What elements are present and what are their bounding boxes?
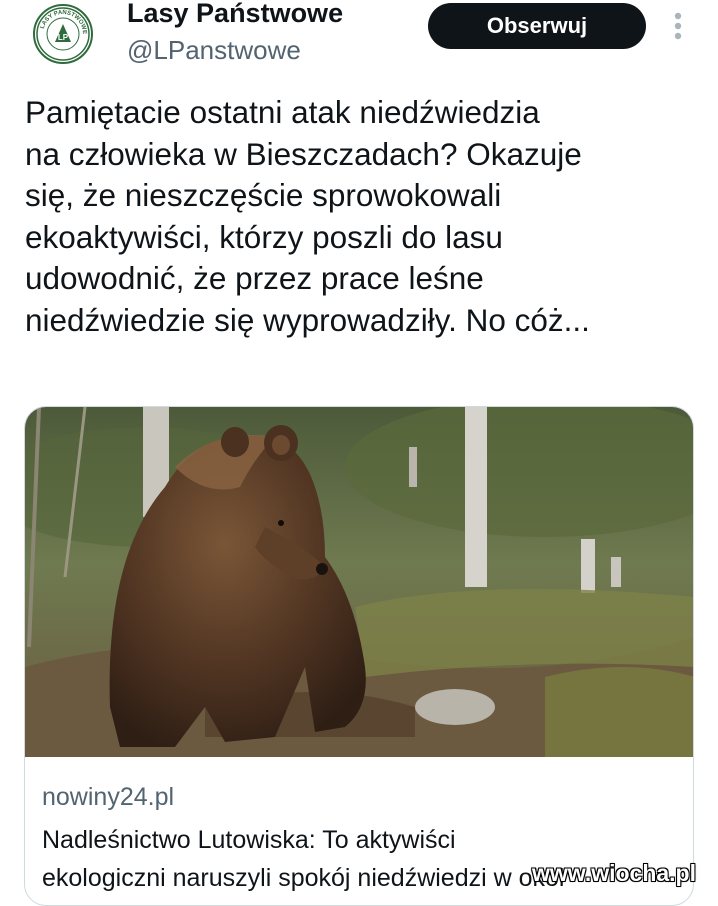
link-card[interactable]: nowiny24.pl Nadleśnictwo Lutowiska: To a…	[24, 406, 694, 906]
tweet-header: LASY PAŃSTWOWE LP Lasy Państwowe @LPanst…	[0, 0, 718, 80]
bear-photo[interactable]	[25, 407, 694, 757]
tweet-line: na człowieka w Bieszczadach? Okazuje	[25, 135, 582, 172]
tweet-text: Pamiętacie ostatni atak niedźwiedzia na …	[25, 92, 705, 341]
display-name[interactable]: Lasy Państwowe	[127, 0, 343, 29]
tweet-line: Pamiętacie ostatni atak niedźwiedzia	[25, 94, 540, 130]
follow-button[interactable]: Obserwuj	[428, 3, 646, 49]
account-handle[interactable]: @LPanstwowe	[127, 35, 301, 66]
tweet-line: ekoaktywiści, którzy poszli do lasu	[25, 218, 503, 255]
link-domain[interactable]: nowiny24.pl	[42, 783, 174, 812]
more-vertical-icon[interactable]	[668, 10, 688, 46]
link-title-line: Nadleśnictwo Lutowiska: To aktywiści	[42, 826, 456, 854]
avatar[interactable]: LASY PAŃSTWOWE LP	[33, 4, 93, 64]
watermark: www.wiocha.pl	[532, 860, 696, 886]
tweet-line: niedźwiedzie się wyprowadziły. No cóż...	[25, 301, 590, 338]
avatar-logo-text: LP	[58, 33, 69, 42]
tweet-line: udowodnić, że przez prace leśne	[25, 260, 484, 296]
tweet-line: się, że nieszczęście sprowokowali	[25, 177, 502, 213]
lasy-panstwowe-logo-icon: LASY PAŃSTWOWE LP	[36, 7, 90, 61]
